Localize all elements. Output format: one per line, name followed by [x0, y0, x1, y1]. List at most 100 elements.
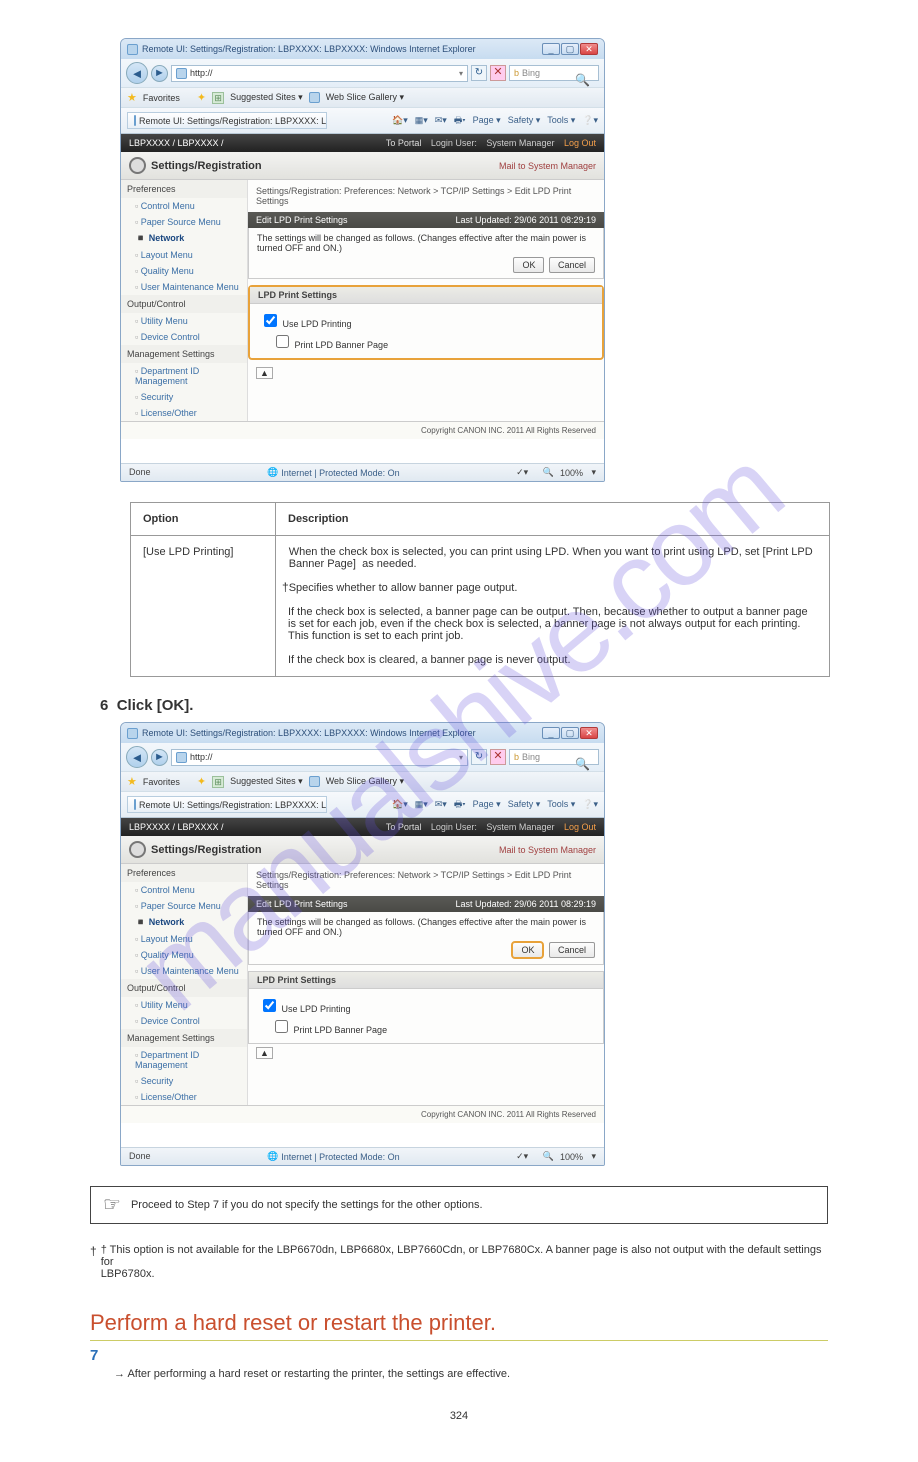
feeds-icon[interactable]: ▦▾	[415, 115, 428, 126]
webslice-link[interactable]: Web Slice Gallery ▾	[326, 776, 404, 787]
screenshot-1: Remote UI: Settings/Registration: LBPXXX…	[120, 38, 605, 482]
sidebar-item-paper[interactable]: Paper Source Menu	[121, 898, 247, 914]
browser-tab[interactable]: Remote UI: Settings/Registration: LBPXXX…	[127, 112, 327, 129]
help-icon[interactable]: ❔▾	[582, 115, 598, 126]
sidebar-section-mgmt: Management Settings	[121, 345, 247, 363]
browser-tab[interactable]: Remote UI: Settings/Registration: LBPXXX…	[127, 796, 327, 813]
stop-button[interactable]: ✕	[490, 65, 506, 81]
banner-page-checkbox[interactable]: Print LPD Banner Page	[271, 1017, 593, 1036]
status-done: Done	[129, 1151, 151, 1162]
favorites-star-icon[interactable]: ★	[127, 91, 137, 104]
forward-button[interactable]: ►	[151, 749, 168, 766]
sidebar-item-layout[interactable]: Layout Menu	[121, 247, 247, 263]
help-icon[interactable]: ❔▾	[582, 799, 598, 810]
tools-menu[interactable]: Tools ▾	[547, 799, 575, 810]
sidebar-item-quality[interactable]: Quality Menu	[121, 263, 247, 279]
home-icon[interactable]: 🏠▾	[392, 799, 408, 810]
use-lpd-checkbox[interactable]: Use LPD Printing	[260, 311, 592, 330]
globe-icon: 🌐	[267, 1151, 278, 1162]
sidebar-item-layout[interactable]: Layout Menu	[121, 931, 247, 947]
mail-to-manager-link[interactable]: Mail to System Manager	[499, 845, 596, 855]
stop-button[interactable]: ✕	[490, 749, 506, 765]
mail-icon[interactable]: ✉▾	[435, 799, 447, 810]
sidebar-item-user-maint[interactable]: User Maintenance Menu	[121, 963, 247, 979]
page-menu[interactable]: Page ▾	[473, 799, 501, 810]
sidebar: Preferences Control Menu Paper Source Me…	[121, 180, 248, 421]
address-bar[interactable]: http://▾	[171, 749, 468, 766]
sidebar-item-device-control[interactable]: Device Control	[121, 329, 247, 345]
banner-page-checkbox[interactable]: Print LPD Banner Page	[272, 332, 592, 351]
sidebar-item-utility[interactable]: Utility Menu	[121, 313, 247, 329]
sidebar-item-device-control[interactable]: Device Control	[121, 1013, 247, 1029]
ok-button[interactable]: OK	[513, 257, 544, 273]
address-bar[interactable]: http://▾	[171, 65, 468, 82]
section-title: Edit LPD Print Settings	[256, 215, 348, 225]
forward-button[interactable]: ►	[151, 65, 168, 82]
protected-mode-icon[interactable]: ✓▾	[516, 1151, 528, 1162]
zoom-icon[interactable]: 🔍	[543, 1151, 554, 1162]
feeds-icon[interactable]: ▦▾	[415, 799, 428, 810]
app-icon	[127, 44, 138, 55]
tools-menu[interactable]: Tools ▾	[547, 115, 575, 126]
logout-link[interactable]: Log Out	[564, 822, 596, 832]
fav-add-icon[interactable]: ✦	[197, 91, 206, 104]
home-icon[interactable]: 🏠▾	[392, 115, 408, 126]
zoom-icon[interactable]: 🔍	[543, 467, 554, 478]
table-cell-option: [Use LPD Printing]	[131, 536, 276, 677]
close-button[interactable]: ✕	[580, 43, 598, 55]
sidebar-item-dept-id[interactable]: Department ID Management	[121, 1047, 247, 1073]
favorites-star-icon[interactable]: ★	[127, 775, 137, 788]
back-to-top-icon[interactable]: ▲	[256, 367, 273, 379]
device-breadcrumb: LBPXXXX / LBPXXXX /	[129, 138, 224, 148]
suggested-link[interactable]: Suggested Sites ▾	[230, 92, 303, 103]
lpd-settings-header: LPD Print Settings	[248, 971, 604, 989]
ok-button-highlighted[interactable]: OK	[511, 941, 544, 959]
search-box[interactable]: bBing🔍	[509, 65, 599, 81]
mail-icon[interactable]: ✉▾	[435, 115, 447, 126]
safety-menu[interactable]: Safety ▾	[508, 799, 541, 810]
refresh-button[interactable]: ↻	[471, 749, 487, 765]
back-button[interactable]: ◄	[126, 746, 148, 768]
cancel-button[interactable]: Cancel	[549, 257, 595, 273]
minimize-button[interactable]: _	[542, 43, 560, 55]
webslice-link[interactable]: Web Slice Gallery ▾	[326, 92, 404, 103]
sidebar-item-license[interactable]: License/Other	[121, 1089, 247, 1105]
sidebar-item-license[interactable]: License/Other	[121, 405, 247, 421]
to-portal-link[interactable]: To Portal	[386, 822, 422, 832]
cancel-button[interactable]: Cancel	[549, 942, 595, 958]
zoom-level[interactable]: 100%	[560, 468, 583, 478]
sidebar-item-network[interactable]: Network	[121, 230, 247, 247]
fav-add-icon[interactable]: ✦	[197, 775, 206, 788]
protected-mode-icon[interactable]: ✓▾	[516, 467, 528, 478]
back-button[interactable]: ◄	[126, 62, 148, 84]
sidebar-item-dept-id[interactable]: Department ID Management	[121, 363, 247, 389]
sidebar: Preferences Control Menu Paper Source Me…	[121, 864, 248, 1105]
mail-to-manager-link[interactable]: Mail to System Manager	[499, 161, 596, 171]
sidebar-item-control[interactable]: Control Menu	[121, 198, 247, 214]
logout-link[interactable]: Log Out	[564, 138, 596, 148]
suggested-link[interactable]: Suggested Sites ▾	[230, 776, 303, 787]
safety-menu[interactable]: Safety ▾	[508, 115, 541, 126]
sidebar-item-quality[interactable]: Quality Menu	[121, 947, 247, 963]
print-icon[interactable]: 🖶▾	[454, 113, 466, 129]
zoom-level[interactable]: 100%	[560, 1152, 583, 1162]
sidebar-item-control[interactable]: Control Menu	[121, 882, 247, 898]
maximize-button[interactable]: ▢	[561, 727, 579, 739]
sidebar-item-paper[interactable]: Paper Source Menu	[121, 214, 247, 230]
maximize-button[interactable]: ▢	[561, 43, 579, 55]
sidebar-item-user-maint[interactable]: User Maintenance Menu	[121, 279, 247, 295]
page-menu[interactable]: Page ▾	[473, 115, 501, 126]
refresh-button[interactable]: ↻	[471, 65, 487, 81]
print-icon[interactable]: 🖶▾	[454, 797, 466, 813]
minimize-button[interactable]: _	[542, 727, 560, 739]
sidebar-item-security[interactable]: Security	[121, 1073, 247, 1089]
use-lpd-checkbox[interactable]: Use LPD Printing	[259, 996, 593, 1015]
back-to-top-icon[interactable]: ▲	[256, 1047, 273, 1059]
search-box[interactable]: bBing🔍	[509, 749, 599, 765]
sidebar-item-security[interactable]: Security	[121, 389, 247, 405]
screenshot-2: Remote UI: Settings/Registration: LBPXXX…	[120, 722, 605, 1166]
sidebar-item-utility[interactable]: Utility Menu	[121, 997, 247, 1013]
sidebar-item-network[interactable]: Network	[121, 914, 247, 931]
to-portal-link[interactable]: To Portal	[386, 138, 422, 148]
close-button[interactable]: ✕	[580, 727, 598, 739]
